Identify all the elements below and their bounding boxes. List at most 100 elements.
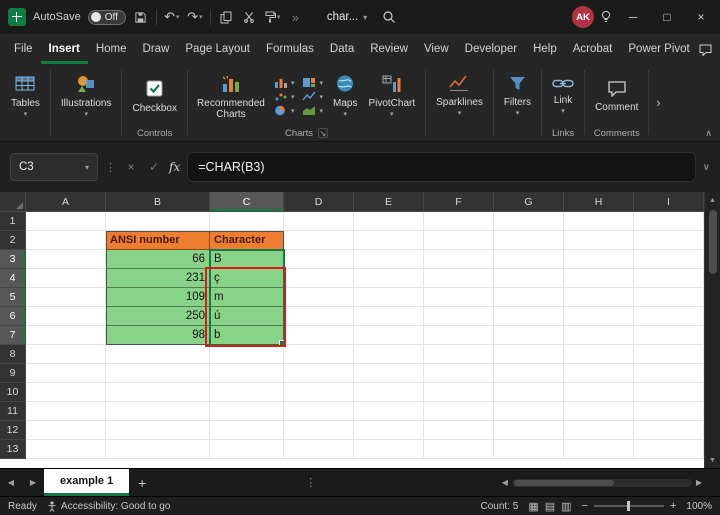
cell-D8[interactable] <box>284 345 354 364</box>
menu-view[interactable]: View <box>416 34 457 64</box>
menu-power-pivot[interactable]: Power Pivot <box>620 34 697 64</box>
cell-G9[interactable] <box>494 364 564 383</box>
lightbulb-icon[interactable] <box>598 6 614 28</box>
autosave-toggle[interactable]: Off <box>87 9 126 25</box>
cell-F13[interactable] <box>424 440 494 459</box>
row-header-5[interactable]: 5 <box>0 288 26 307</box>
cell-C7[interactable]: b <box>210 326 284 345</box>
sparklines-button[interactable]: Sparklines ▾ <box>431 73 488 120</box>
cell-D4[interactable] <box>284 269 354 288</box>
link-button[interactable]: Link ▾ <box>547 75 579 118</box>
collapse-ribbon-icon[interactable]: ∧ <box>705 128 712 139</box>
cell-E7[interactable] <box>354 326 424 345</box>
formula-input[interactable]: =CHAR(B3) <box>187 152 696 182</box>
cell-I7[interactable] <box>634 326 704 345</box>
cell-D11[interactable] <box>284 402 354 421</box>
cell-F8[interactable] <box>424 345 494 364</box>
tab-bar-splitter[interactable]: ⋮ <box>305 469 316 496</box>
cell-D1[interactable] <box>284 212 354 231</box>
cell-C2[interactable]: Character <box>210 231 284 250</box>
row-header-8[interactable]: 8 <box>0 345 26 364</box>
cell-A1[interactable] <box>26 212 106 231</box>
ribbon-overflow-icon[interactable]: › <box>650 64 666 141</box>
tables-button[interactable]: Tables ▾ <box>6 72 45 121</box>
illustrations-button[interactable]: Illustrations ▾ <box>56 72 117 121</box>
row-header-10[interactable]: 10 <box>0 383 26 402</box>
cell-E9[interactable] <box>354 364 424 383</box>
sheet-tab-example-1[interactable]: example 1 <box>44 469 130 496</box>
cell-F1[interactable] <box>424 212 494 231</box>
menu-draw[interactable]: Draw <box>135 34 178 64</box>
cell-F6[interactable] <box>424 307 494 326</box>
column-header-G[interactable]: G <box>494 192 564 212</box>
redo-icon[interactable]: ↷ ▾ <box>187 6 203 28</box>
cell-C6[interactable]: ú <box>210 307 284 326</box>
cell-G2[interactable] <box>494 231 564 250</box>
charts-dialog-launcher-icon[interactable]: ↘ <box>318 128 329 138</box>
cell-F3[interactable] <box>424 250 494 269</box>
page-break-preview-icon[interactable]: ▥ <box>561 500 571 513</box>
horizontal-scrollbar[interactable]: ◀ ▶ <box>496 469 720 496</box>
cell-I12[interactable] <box>634 421 704 440</box>
row-header-4[interactable]: 4 <box>0 269 26 288</box>
pivotchart-button[interactable]: PivotChart ▾ <box>363 72 420 121</box>
cell-F7[interactable] <box>424 326 494 345</box>
cell-I3[interactable] <box>634 250 704 269</box>
cell-F5[interactable] <box>424 288 494 307</box>
row-header-6[interactable]: 6 <box>0 307 26 326</box>
cell-B7[interactable]: 98 <box>106 326 210 345</box>
formula-bar-handle[interactable]: ⋮ <box>105 161 116 174</box>
cell-E11[interactable] <box>354 402 424 421</box>
filters-button[interactable]: Filters ▾ <box>499 73 536 120</box>
cell-A4[interactable] <box>26 269 106 288</box>
cell-B10[interactable] <box>106 383 210 402</box>
cell-I13[interactable] <box>634 440 704 459</box>
maximize-button[interactable]: □ <box>652 4 682 30</box>
cell-D10[interactable] <box>284 383 354 402</box>
pie-chart-icon[interactable]: ▾ <box>274 105 294 116</box>
menu-formulas[interactable]: Formulas <box>258 34 322 64</box>
document-title[interactable]: char... ▾ <box>327 11 367 23</box>
menu-help[interactable]: Help <box>525 34 565 64</box>
copy-icon[interactable] <box>218 6 234 28</box>
sheet-nav-left-icon[interactable]: ◀ <box>0 469 22 496</box>
accessibility-status[interactable]: Accessibility: Good to go <box>47 501 170 512</box>
column-header-F[interactable]: F <box>424 192 494 212</box>
cell-H1[interactable] <box>564 212 634 231</box>
line-chart-icon[interactable]: ▾ <box>302 91 323 102</box>
cell-B4[interactable]: 231 <box>106 269 210 288</box>
vertical-scrollbar[interactable]: ▲ ▼ <box>704 192 720 468</box>
scroll-up-icon[interactable]: ▲ <box>709 192 716 208</box>
cell-A10[interactable] <box>26 383 106 402</box>
add-sheet-button[interactable]: + <box>129 469 155 496</box>
cell-E2[interactable] <box>354 231 424 250</box>
zoom-slider[interactable] <box>593 501 664 511</box>
cell-I2[interactable] <box>634 231 704 250</box>
cell-D6[interactable] <box>284 307 354 326</box>
formula-bar-expand-icon[interactable]: ∨ <box>703 162 710 173</box>
row-header-1[interactable]: 1 <box>0 212 26 231</box>
comments-icon[interactable] <box>698 38 714 60</box>
row-header-3[interactable]: 3 <box>0 250 26 269</box>
cell-G13[interactable] <box>494 440 564 459</box>
cell-B5[interactable]: 109 <box>106 288 210 307</box>
hscroll-left-icon[interactable]: ◀ <box>502 478 508 487</box>
undo-icon[interactable]: ↶ ▾ <box>164 6 180 28</box>
cell-I5[interactable] <box>634 288 704 307</box>
count-indicator[interactable]: Count: 5 <box>481 501 519 512</box>
cell-H12[interactable] <box>564 421 634 440</box>
scatter-chart-icon[interactable]: ▾ <box>274 91 294 102</box>
zoom-level[interactable]: 100% <box>686 501 712 512</box>
cell-C4[interactable]: ç <box>210 269 284 288</box>
minimize-button[interactable]: ─ <box>618 4 648 30</box>
cell-B3[interactable]: 66 <box>106 250 210 269</box>
cell-C8[interactable] <box>210 345 284 364</box>
cell-H3[interactable] <box>564 250 634 269</box>
menu-developer[interactable]: Developer <box>457 34 525 64</box>
hscroll-right-icon[interactable]: ▶ <box>696 478 702 487</box>
cell-I1[interactable] <box>634 212 704 231</box>
cell-I9[interactable] <box>634 364 704 383</box>
cell-I4[interactable] <box>634 269 704 288</box>
menu-data[interactable]: Data <box>322 34 362 64</box>
cell-H11[interactable] <box>564 402 634 421</box>
